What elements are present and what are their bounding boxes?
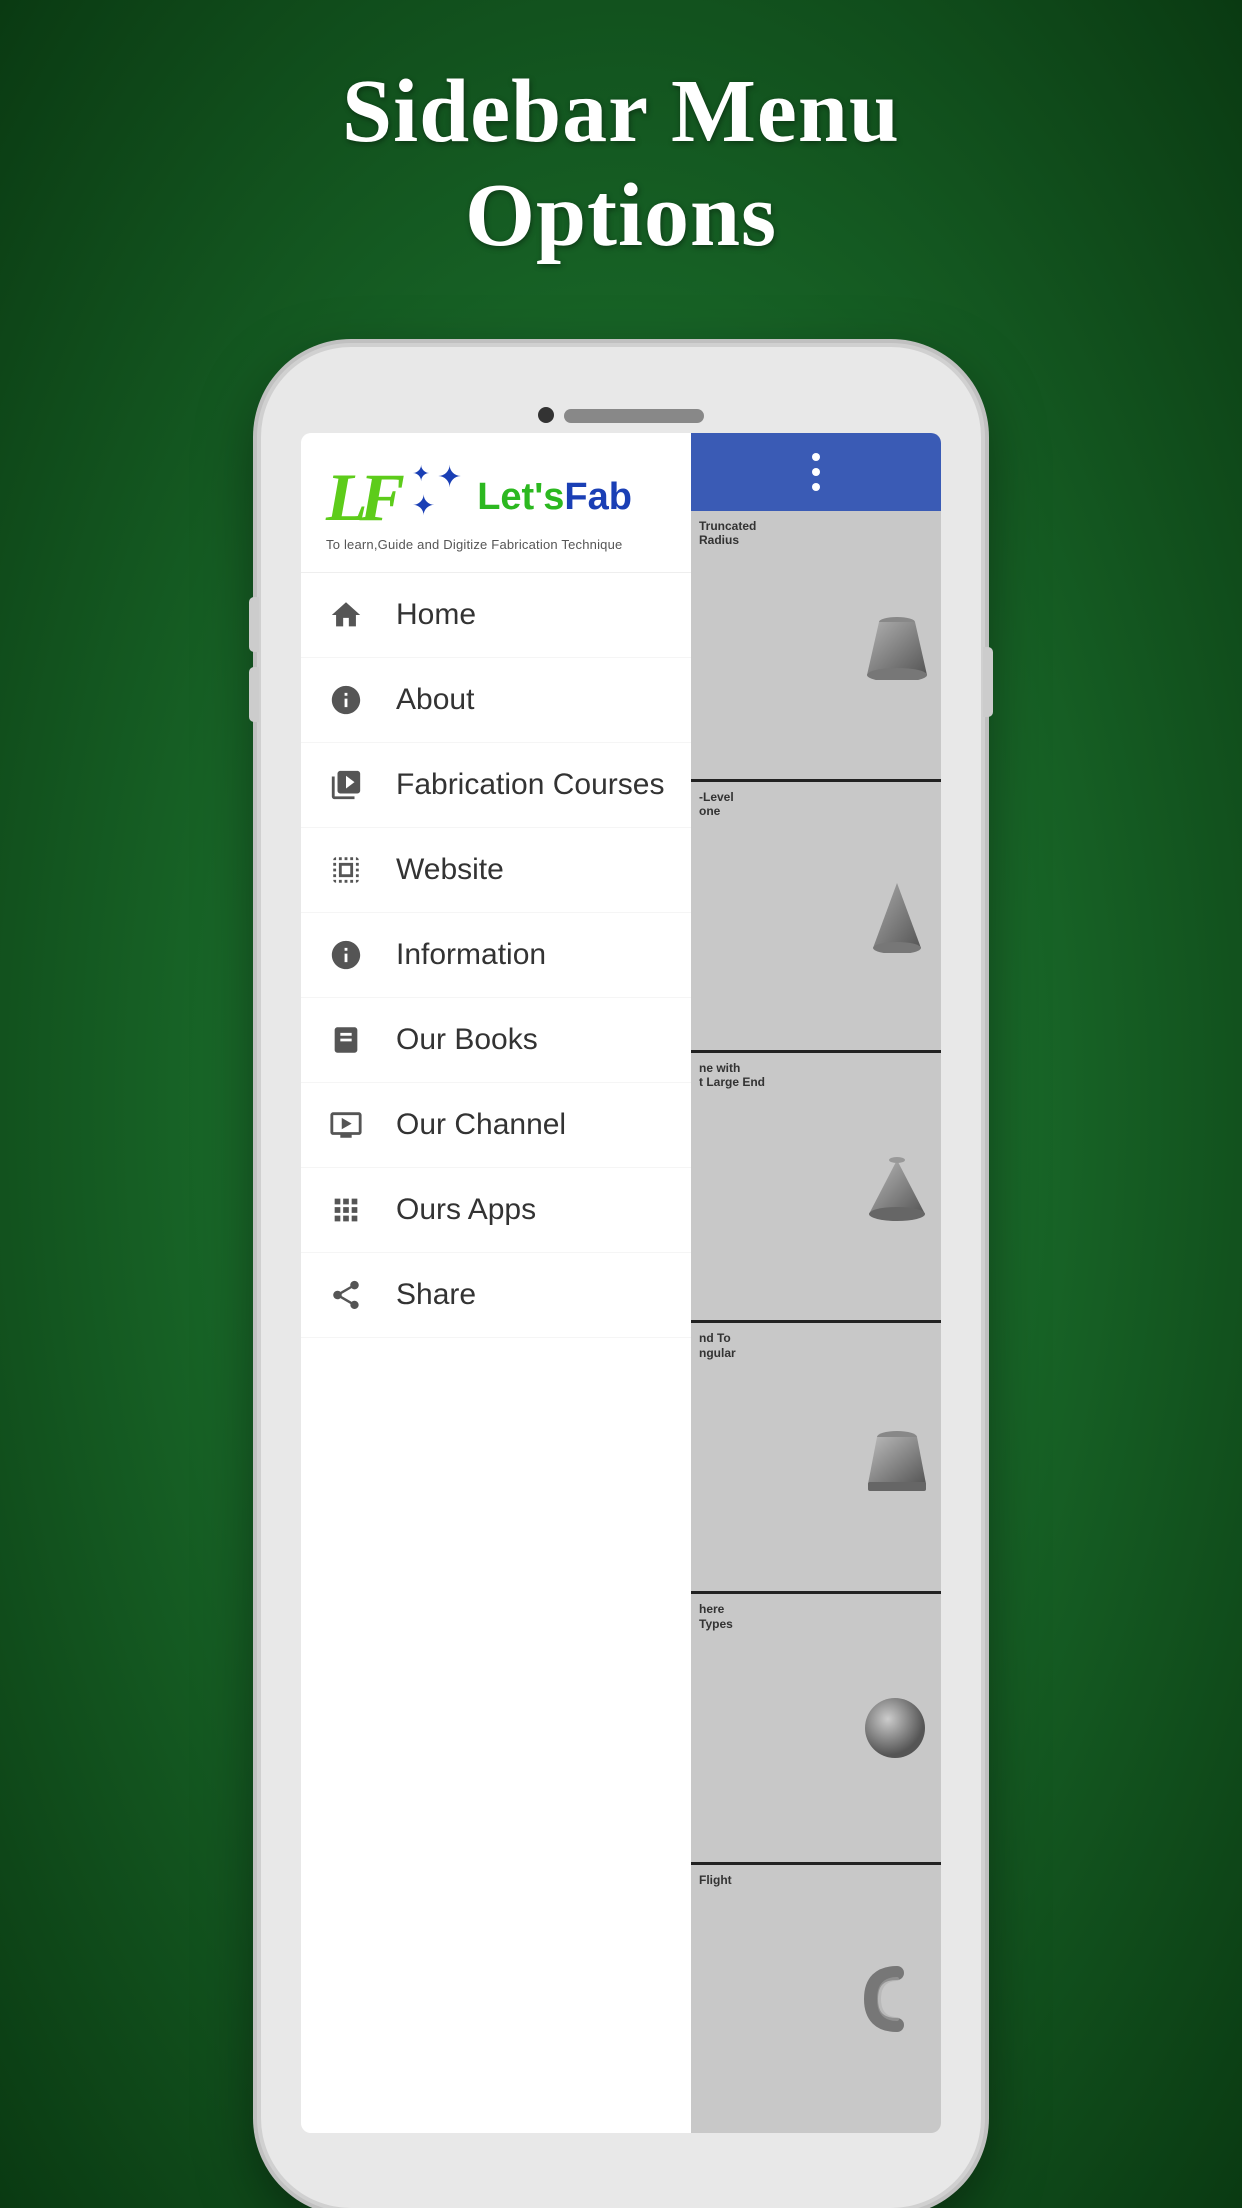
shape-level-cone: [861, 878, 933, 953]
shape-truncated-cone: [861, 610, 933, 680]
card-label-2: -Levelone: [699, 790, 734, 819]
sidebar-item-our-books-label: Our Books: [396, 1023, 538, 1057]
topbar: [691, 433, 941, 511]
share-icon: [326, 1275, 366, 1315]
info-icon: [326, 680, 366, 720]
logo-text-block: Let'sFab: [472, 476, 632, 519]
card-round-to-rect[interactable]: nd Tongular: [691, 1323, 941, 1594]
sidebar-item-share-label: Share: [396, 1278, 476, 1312]
courses-icon: [326, 765, 366, 805]
sidebar-item-our-channel[interactable]: Our Channel: [301, 1083, 691, 1168]
logo-row: L F ✦ ✦ ✦ Let'sFab: [326, 463, 666, 531]
channel-icon: [326, 1105, 366, 1145]
sidebar-item-our-books[interactable]: Our Books: [301, 998, 691, 1083]
shape-round-rect: [861, 1422, 933, 1492]
star-bottom-left: ✦: [412, 493, 437, 521]
front-camera: [538, 407, 554, 423]
card-label-6: Flight: [699, 1873, 732, 1887]
sidebar-item-fabrication-courses[interactable]: Fabrication Courses: [301, 743, 691, 828]
sidebar-item-home[interactable]: Home: [301, 573, 691, 658]
sidebar-item-share[interactable]: Share: [301, 1253, 691, 1338]
star-top-left: ✦: [412, 463, 437, 493]
sidebar-item-home-label: Home: [396, 598, 476, 632]
phone-shell: L F ✦ ✦ ✦ Let'sFab: [261, 347, 981, 2208]
info2-icon: [326, 935, 366, 975]
logo-letter-f: F: [360, 463, 405, 531]
sidebar-item-about[interactable]: About: [301, 658, 691, 743]
card-level-cone[interactable]: -Levelone: [691, 782, 941, 1053]
content-cards: TruncatedRadius: [691, 511, 941, 2133]
home-icon: [326, 595, 366, 635]
sidebar-item-website[interactable]: Website: [301, 828, 691, 913]
star-top-right: ✦: [437, 463, 462, 493]
power-button: [983, 647, 993, 717]
sidebar-logo-area: L F ✦ ✦ ✦ Let'sFab: [301, 433, 691, 573]
sidebar-menu: Home About: [301, 573, 691, 2133]
card-label-4: nd Tongular: [699, 1331, 736, 1360]
apps-icon: [326, 1190, 366, 1230]
sidebar-item-ours-apps-label: Ours Apps: [396, 1193, 536, 1227]
sidebar-item-website-label: Website: [396, 853, 504, 887]
sidebar-item-fabrication-courses-label: Fabrication Courses: [396, 768, 664, 802]
card-label-1: TruncatedRadius: [699, 519, 756, 548]
website-icon: [326, 850, 366, 890]
phone-screen: L F ✦ ✦ ✦ Let'sFab: [301, 433, 941, 2133]
brand-name: Let'sFab: [477, 476, 632, 519]
logo-tagline: To learn,Guide and Digitize Fabrication …: [326, 537, 666, 552]
page-title: Sidebar Menu Options: [342, 60, 900, 267]
card-truncated-radius[interactable]: TruncatedRadius: [691, 511, 941, 782]
sidebar: L F ✦ ✦ ✦ Let'sFab: [301, 433, 691, 2133]
card-label-5: hereTypes: [699, 1602, 733, 1631]
sidebar-item-information[interactable]: Information: [301, 913, 691, 998]
content-panel: TruncatedRadius: [691, 433, 941, 2133]
books-icon: [326, 1020, 366, 1060]
volume-down-button: [249, 667, 259, 722]
shape-elbow: [861, 1965, 933, 2033]
phone-top-bar: [261, 347, 981, 433]
card-label-3: ne witht Large End: [699, 1061, 765, 1090]
sidebar-item-about-label: About: [396, 683, 474, 717]
sidebar-item-our-channel-label: Our Channel: [396, 1108, 566, 1142]
speaker: [564, 409, 704, 423]
card-cone-large-end[interactable]: ne witht Large End: [691, 1053, 941, 1324]
logo-stars: ✦ ✦ ✦: [412, 463, 462, 521]
card-flight[interactable]: Flight: [691, 1865, 941, 2133]
logo-lf-letters: L F: [326, 463, 405, 531]
shape-sphere: [861, 1694, 929, 1762]
sidebar-item-ours-apps[interactable]: Ours Apps: [301, 1168, 691, 1253]
shape-cone-large-end: [861, 1152, 933, 1222]
overflow-menu-icon[interactable]: [812, 453, 820, 491]
sidebar-item-information-label: Information: [396, 938, 546, 972]
card-sphere-types[interactable]: hereTypes: [691, 1594, 941, 1865]
volume-up-button: [249, 597, 259, 652]
